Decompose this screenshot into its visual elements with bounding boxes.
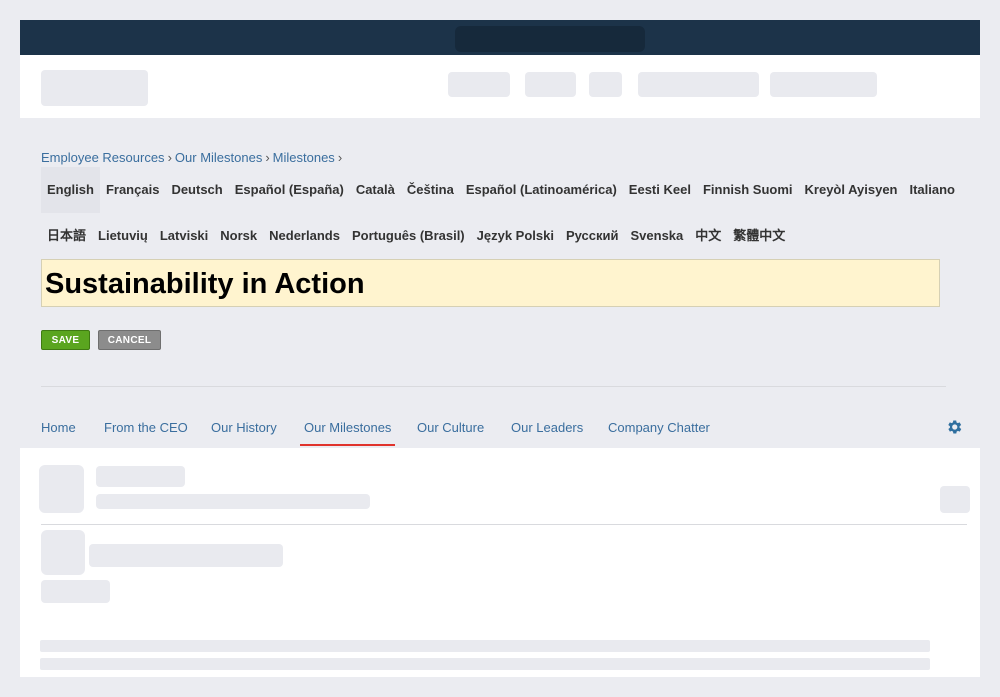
breadcrumb-separator: ›	[337, 150, 343, 165]
language-tabs-row-2: 日本語 Lietuvių Latviski Norsk Nederlands P…	[41, 214, 791, 258]
header-nav-placeholder-2[interactable]	[525, 72, 576, 97]
page-nav-tabs: Home From the CEO Our History Our Milest…	[0, 416, 1000, 446]
breadcrumb-link-employee-resources[interactable]: Employee Resources	[41, 150, 165, 165]
breadcrumb-separator: ›	[265, 150, 270, 165]
top-bar-placeholder	[455, 26, 645, 52]
cancel-button[interactable]: CANCEL	[98, 330, 161, 350]
gear-icon[interactable]	[945, 418, 963, 436]
feed-panel	[20, 448, 980, 677]
breadcrumb-link-our-milestones[interactable]: Our Milestones	[175, 150, 262, 165]
language-tab-lietuviu[interactable]: Lietuvių	[92, 214, 154, 258]
language-tab-latviski[interactable]: Latviski	[154, 214, 214, 258]
language-tab-english[interactable]: English	[41, 167, 100, 213]
post-body-placeholder	[40, 658, 930, 670]
tab-home[interactable]: Home	[41, 416, 76, 444]
subtitle-placeholder	[96, 494, 370, 509]
avatar-placeholder	[39, 465, 84, 513]
tab-our-milestones[interactable]: Our Milestones	[300, 416, 396, 446]
tab-our-history[interactable]: Our History	[211, 416, 277, 444]
action-placeholder[interactable]	[940, 486, 970, 513]
breadcrumb: Employee Resources › Our Milestones › Milest…	[41, 150, 345, 165]
header-nav-placeholder-4[interactable]	[638, 72, 759, 97]
feed-divider	[41, 524, 967, 525]
header-nav-placeholder-3[interactable]	[589, 72, 622, 97]
language-tab-eesti-keel[interactable]: Eesti Keel	[623, 167, 697, 213]
language-tab-finnish-suomi[interactable]: Finnish Suomi	[697, 167, 799, 213]
language-tab-espanol-espana[interactable]: Español (España)	[229, 167, 350, 213]
language-tab-svenska[interactable]: Svenska	[625, 214, 690, 258]
tab-our-leaders[interactable]: Our Leaders	[511, 416, 583, 444]
language-tab-portugues-brasil[interactable]: Português (Brasil)	[346, 214, 471, 258]
header-nav-placeholder-1[interactable]	[448, 72, 510, 97]
avatar-placeholder	[41, 530, 85, 575]
post-meta-placeholder	[41, 580, 110, 603]
save-button[interactable]: SAVE	[41, 330, 90, 350]
language-tab-francais[interactable]: Français	[100, 167, 165, 213]
post-title-placeholder	[89, 544, 283, 567]
language-tab-japanese[interactable]: 日本語	[41, 214, 92, 258]
language-tabs-row-1: English Français Deutsch Español (España…	[41, 167, 961, 213]
tab-our-culture[interactable]: Our Culture	[417, 416, 484, 444]
name-placeholder	[96, 466, 185, 487]
breadcrumb-link-milestones[interactable]: Milestones	[273, 150, 335, 165]
language-tab-chinese-simplified[interactable]: 中文	[689, 214, 727, 258]
breadcrumb-separator: ›	[167, 150, 172, 165]
language-tab-catala[interactable]: Català	[350, 167, 401, 213]
language-tab-italiano[interactable]: Italiano	[903, 167, 961, 213]
language-tab-chinese-traditional[interactable]: 繁體中文	[727, 214, 791, 258]
language-tab-russian[interactable]: Русский	[560, 214, 625, 258]
language-tab-jezyk-polski[interactable]: Język Polski	[471, 214, 560, 258]
logo-placeholder	[41, 70, 148, 106]
top-bar	[20, 20, 980, 55]
tab-from-the-ceo[interactable]: From the CEO	[104, 416, 188, 444]
language-tab-cestina[interactable]: Čeština	[401, 167, 460, 213]
language-tab-kreyol-ayisyen[interactable]: Kreyòl Ayisyen	[799, 167, 904, 213]
title-input[interactable]: Sustainability in Action	[41, 259, 940, 307]
language-tab-norsk[interactable]: Norsk	[214, 214, 263, 258]
section-divider	[41, 386, 946, 387]
language-tab-nederlands[interactable]: Nederlands	[263, 214, 346, 258]
post-body-placeholder	[40, 640, 930, 652]
language-tab-espanol-latinoamerica[interactable]: Español (Latinoamérica)	[460, 167, 623, 213]
header-nav-placeholder-5[interactable]	[770, 72, 877, 97]
site-header	[20, 55, 980, 118]
language-tab-deutsch[interactable]: Deutsch	[165, 167, 228, 213]
tab-company-chatter[interactable]: Company Chatter	[608, 416, 710, 444]
